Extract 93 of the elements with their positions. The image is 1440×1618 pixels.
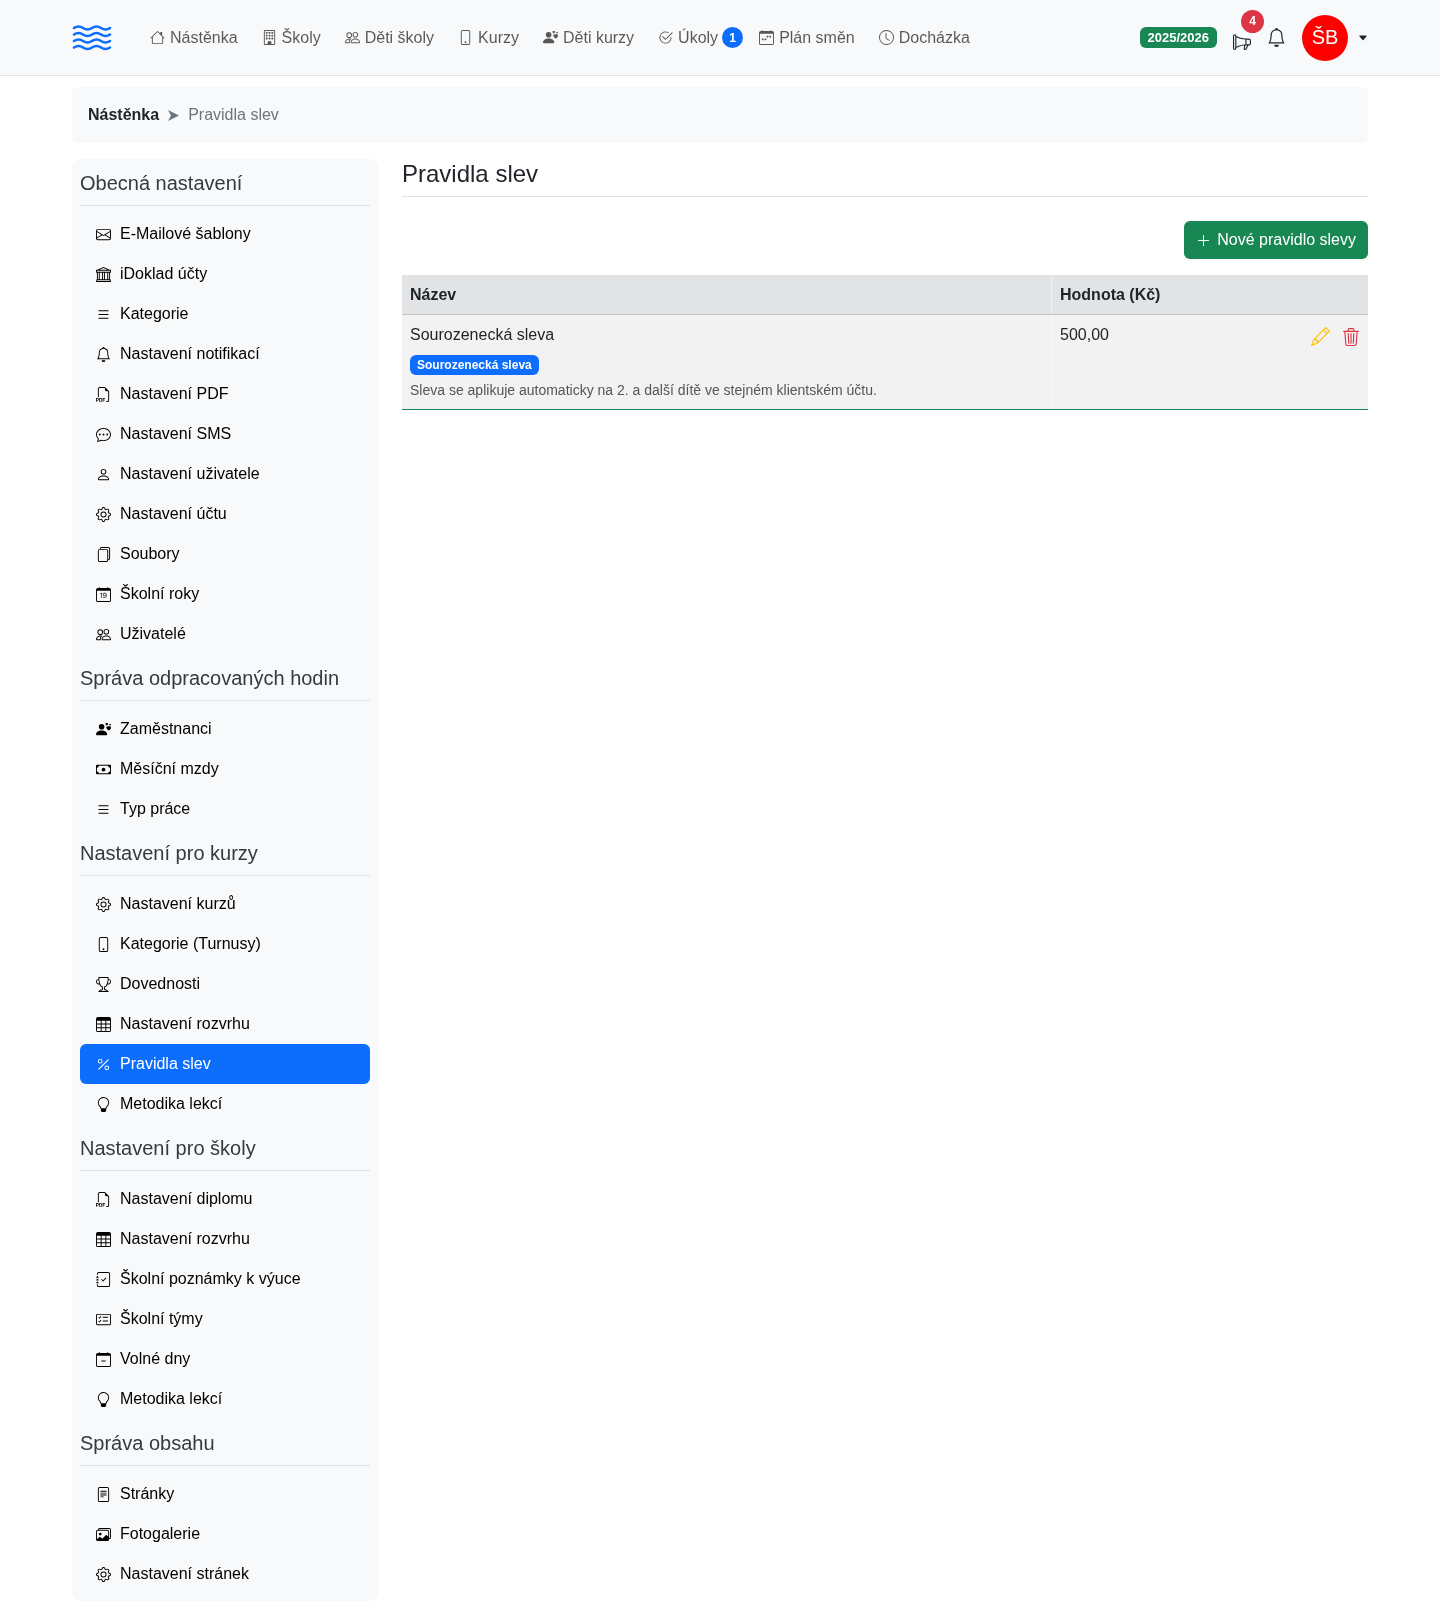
files-icon <box>96 546 111 562</box>
sidebar-item[interactable]: Fotogalerie <box>80 1514 370 1554</box>
envelope-icon <box>96 226 111 242</box>
waves-logo[interactable] <box>72 23 112 52</box>
table-icon <box>96 1231 111 1247</box>
lightbulb-icon <box>96 1391 111 1407</box>
sidebar-item[interactable]: Školní poznámky k výuce <box>80 1259 370 1299</box>
building-icon <box>261 30 277 45</box>
tag-badge: Sourozenecká sleva <box>410 355 539 375</box>
journal-check-icon <box>96 1271 111 1287</box>
settings-icon <box>96 506 111 522</box>
section-title: Nastavení pro školy <box>80 1136 257 1160</box>
column-header: Hodnota (Kč) <box>1060 285 1161 304</box>
section-title: Správa odpracovaných hodin <box>80 666 341 690</box>
section-title: Obecná nastavení <box>80 171 244 195</box>
person-icon <box>96 466 111 482</box>
avatar-button[interactable]: ŠB <box>1302 14 1348 61</box>
trash-icon[interactable] <box>1342 327 1360 346</box>
sidebar-item[interactable]: Volné dny <box>80 1339 370 1379</box>
sidebar-item[interactable]: Metodika lekcí <box>80 1379 370 1419</box>
count-badge: 4 <box>1241 9 1264 33</box>
new-rule-button[interactable]: Nové pravidlo slevy <box>1184 221 1368 259</box>
checklist-card-icon <box>96 1311 111 1327</box>
calendar-icon <box>759 30 775 45</box>
chat-bubble-icon <box>96 426 111 442</box>
sidebar-item[interactable]: Nastavení rozvrhu <box>80 1219 370 1259</box>
page-title: Pravidla slev <box>402 159 540 188</box>
sidebar-item[interactable]: Nastavení kurzů <box>80 884 370 924</box>
nav-link[interactable]: Děti kurzy <box>535 20 643 55</box>
bank-icon <box>96 266 111 282</box>
column-header: Název <box>410 285 457 304</box>
percent-icon <box>96 1056 111 1072</box>
sidebar-item[interactable]: Soubory <box>80 534 370 574</box>
pdf-file-icon <box>96 1191 111 1207</box>
sidebar-item[interactable]: Metodika lekcí <box>80 1084 370 1124</box>
people-icon <box>96 626 111 642</box>
document-icon <box>96 1486 111 1502</box>
section-title: Nastavení pro kurzy <box>80 841 259 865</box>
breadcrumb-link[interactable]: Nástěnka <box>88 106 160 124</box>
images-icon <box>96 1526 111 1542</box>
nav-link[interactable]: Děti školy <box>336 20 443 55</box>
sidebar-item[interactable]: Dovednosti <box>80 964 370 1004</box>
sidebar-item[interactable]: Zaměstnanci <box>80 709 370 749</box>
arrow-icon <box>168 109 180 121</box>
settings-icon <box>96 896 111 912</box>
nav-link[interactable]: Nástěnka <box>142 20 246 55</box>
sidebar-item[interactable]: Nastavení diplomu <box>80 1179 370 1219</box>
sidebar-item[interactable]: Stránky <box>80 1474 370 1514</box>
nav-link[interactable]: Školy <box>253 20 329 55</box>
nav-link[interactable]: Plán směn <box>751 20 863 55</box>
settings-icon <box>96 1566 111 1582</box>
bell-icon[interactable] <box>1267 28 1286 47</box>
sidebar-item[interactable]: Nastavení stránek <box>80 1554 370 1594</box>
current-page-text: Pravidla slev <box>188 106 279 124</box>
nav-link[interactable]: Kurzy <box>450 20 527 55</box>
phone-icon <box>96 936 111 952</box>
trophy-icon <box>96 976 111 992</box>
pdf-file-icon <box>96 386 111 402</box>
sidebar-item[interactable]: iDoklad účty <box>80 254 370 294</box>
sidebar-item[interactable]: Nastavení uživatele <box>80 454 370 494</box>
lightbulb-icon <box>96 1096 111 1112</box>
nav-link[interactable]: Docházka <box>870 20 978 55</box>
rule-name: Sourozenecká sleva <box>410 325 556 345</box>
person-hearts-icon <box>96 721 111 737</box>
sidebar-item[interactable]: Nastavení rozvrhu <box>80 1004 370 1044</box>
sidebar-item[interactable]: Měsíční mzdy <box>80 749 370 789</box>
sidebar-item[interactable]: Nastavení SMS <box>80 414 370 454</box>
sidebar-item[interactable]: Nastavení účtu <box>80 494 370 534</box>
sidebar-item[interactable]: E-Mailové šablony <box>80 214 370 254</box>
calendar-minus-icon <box>96 1351 111 1367</box>
sidebar-item[interactable]: Uživatelé <box>80 614 370 654</box>
sidebar-item[interactable]: Nastavení notifikací <box>80 334 370 374</box>
person-hearts-icon <box>543 30 558 45</box>
sidebar-item[interactable]: Kategorie (Turnusy) <box>80 924 370 964</box>
table-icon <box>96 1016 111 1032</box>
sidebar-item[interactable]: Školní roky <box>80 574 370 614</box>
count-badge: 1 <box>722 27 744 48</box>
school-year-badge: 2025/2026 <box>1139 27 1217 48</box>
sidebar-item[interactable]: Školní týmy <box>80 1299 370 1339</box>
sidebar-item[interactable]: Nastavení PDF <box>80 374 370 414</box>
rule-description: Sleva se aplikuje automaticky na 2. a další dítě ve stejném klientském účtu. <box>410 381 878 400</box>
sidebar-item[interactable]: Typ práce <box>80 789 370 829</box>
people-icon <box>344 30 360 45</box>
value-text: 500,00 <box>1060 325 1109 345</box>
plus-icon <box>1196 232 1212 248</box>
house-icon <box>150 30 165 45</box>
clock-icon <box>878 30 894 45</box>
section-title: Správa obsahu <box>80 1431 216 1455</box>
sidebar-item[interactable]: Pravidla slev <box>80 1044 370 1084</box>
calendar-icon <box>96 586 111 602</box>
sidebar-item[interactable]: Kategorie <box>80 294 370 334</box>
megaphone-icon[interactable] <box>1233 32 1251 51</box>
bell-icon <box>96 346 111 362</box>
